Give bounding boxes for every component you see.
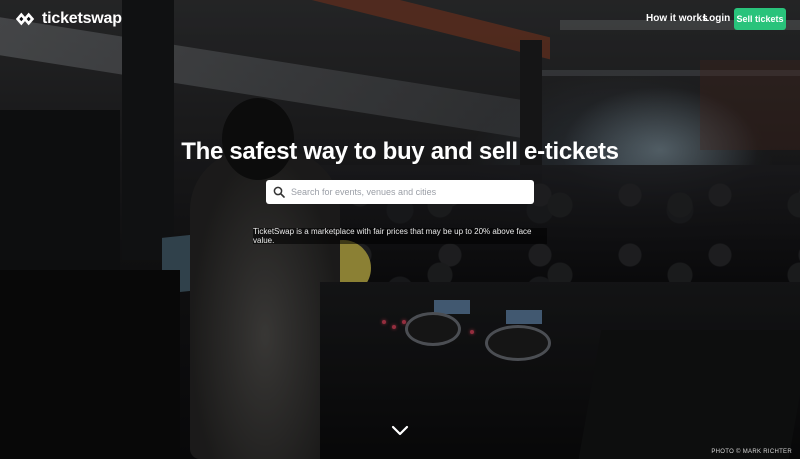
brand-logo[interactable]: ticketswap (14, 9, 122, 29)
hero-subtitle: TicketSwap is a marketplace with fair pr… (253, 227, 547, 245)
nav-login[interactable]: Login (703, 13, 730, 24)
search-bar[interactable] (266, 180, 534, 204)
top-navigation: ticketswap How it works Login Sell ticke… (0, 0, 800, 38)
ticketswap-logo-icon (15, 12, 35, 26)
sell-tickets-button[interactable]: Sell tickets (734, 8, 786, 30)
photo-credit: PHOTO © MARK RICHTER (711, 449, 792, 455)
brand-name: ticketswap (42, 10, 122, 27)
chevron-down-icon[interactable] (391, 425, 409, 437)
search-icon (273, 186, 285, 198)
hero-headline: The safest way to buy and sell e-tickets (181, 138, 619, 165)
nav-how-it-works[interactable]: How it works (646, 13, 708, 24)
search-input[interactable] (291, 187, 521, 197)
